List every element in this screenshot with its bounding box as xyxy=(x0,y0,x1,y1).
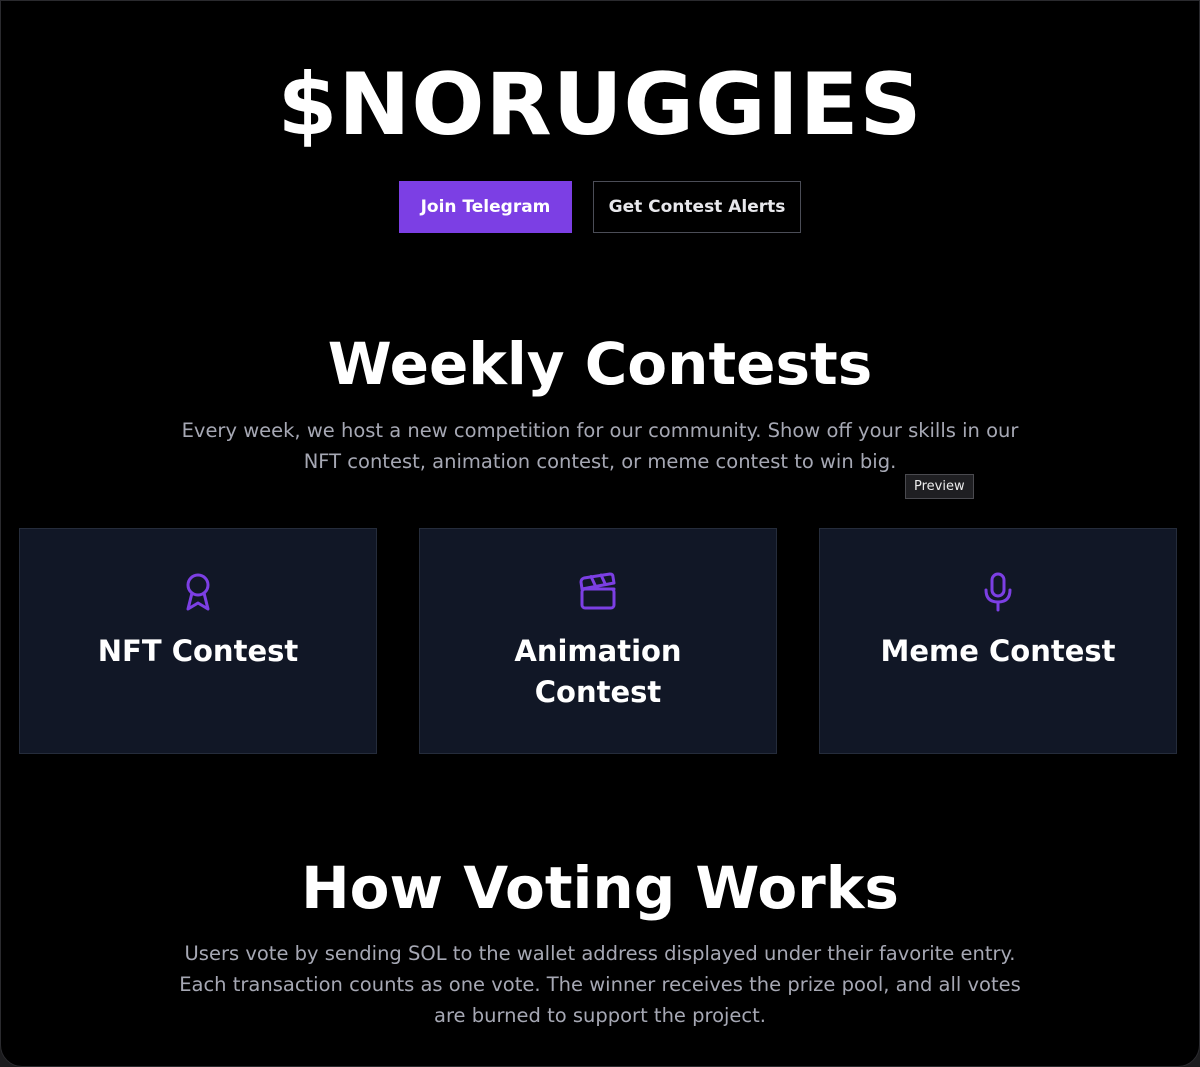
preview-tooltip: Preview xyxy=(905,474,974,499)
contest-cards: NFT Contest Animation Contest Meme Conte… xyxy=(19,528,1177,754)
microphone-icon xyxy=(978,571,1018,613)
how-voting-works-description: Users vote by sending SOL to the wallet … xyxy=(179,942,1021,1027)
page-frame: $NORUGGIES Join Telegram Get Contest Ale… xyxy=(0,0,1200,1067)
hero-title: $NORUGGIES xyxy=(277,55,923,155)
nft-contest-card[interactable]: NFT Contest xyxy=(19,528,377,754)
join-telegram-button[interactable]: Join Telegram xyxy=(399,181,572,233)
hero-button-row: Join Telegram Get Contest Alerts xyxy=(1,181,1199,233)
contest-alerts-button[interactable]: Get Contest Alerts xyxy=(593,181,801,233)
card-title: Animation Contest xyxy=(514,634,682,709)
how-voting-works-title: How Voting Works xyxy=(301,854,899,922)
clapperboard-icon xyxy=(578,571,618,613)
weekly-contests-description: Every week, we host a new competition fo… xyxy=(181,419,1019,473)
animation-contest-card[interactable]: Animation Contest xyxy=(419,528,777,754)
card-title: NFT Contest xyxy=(97,634,299,668)
card-title: Meme Contest xyxy=(880,634,1116,668)
award-ribbon-icon xyxy=(178,571,218,613)
meme-contest-card[interactable]: Meme Contest xyxy=(819,528,1177,754)
weekly-contests-title: Weekly Contests xyxy=(327,330,873,398)
